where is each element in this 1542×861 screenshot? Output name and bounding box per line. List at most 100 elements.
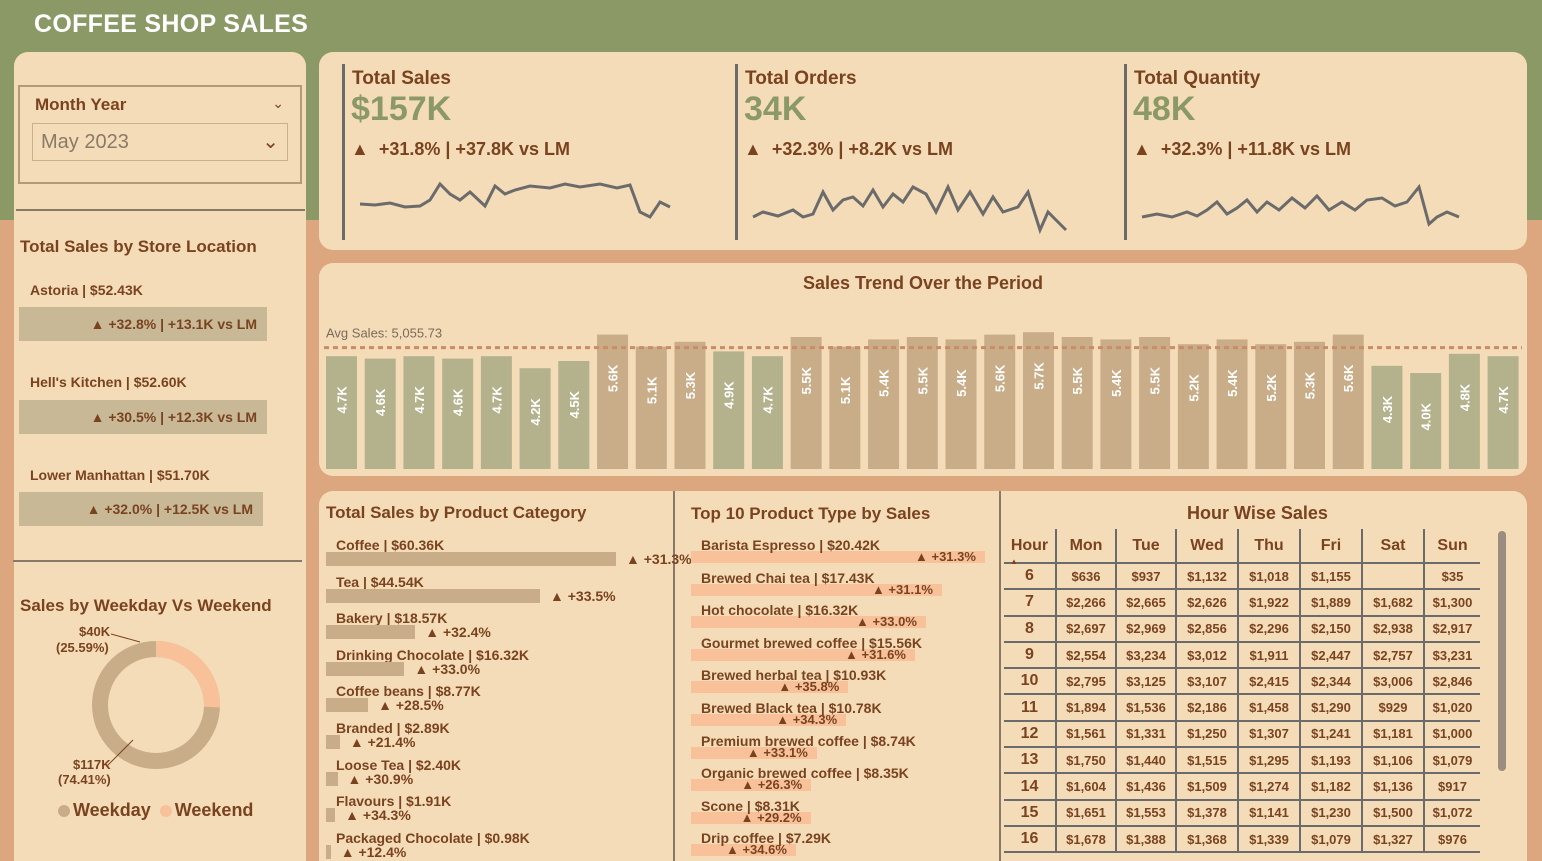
legend-weekday[interactable]: Weekday bbox=[58, 800, 151, 820]
sales-cell: $1,230 bbox=[1300, 799, 1363, 827]
category-bar[interactable] bbox=[326, 735, 340, 749]
table-row[interactable]: 8 $2,697 $2,969 $2,856 $2,296 $2,150 $2,938 $2,… bbox=[1004, 615, 1480, 643]
product-delta: ▲ +35.8% bbox=[778, 679, 839, 694]
category-bar[interactable] bbox=[326, 698, 369, 713]
category-delta: ▲ +32.4% bbox=[425, 624, 491, 640]
table-row[interactable]: 12 $1,561 $1,331 $1,250 $1,307 $1,241 $1,181 $1… bbox=[1004, 720, 1480, 749]
trend-bar[interactable] bbox=[1061, 337, 1093, 469]
sort-asc-icon[interactable]: ▲ bbox=[1010, 557, 1018, 566]
sales-cell: $1,155 bbox=[1300, 563, 1363, 591]
table-row[interactable]: 10 $2,795 $3,125 $3,107 $2,415 $2,344 $3,006 $2… bbox=[1004, 668, 1480, 696]
table-row[interactable]: 9 $2,554 $3,234 $3,012 $1,911 $2,447 $2,757 $3,… bbox=[1004, 641, 1480, 670]
product-delta: ▲ +29.2% bbox=[741, 810, 802, 825]
kpi-value: 34K bbox=[744, 90, 807, 128]
trend-bar[interactable] bbox=[597, 334, 629, 469]
category-bar[interactable] bbox=[326, 771, 338, 786]
divider bbox=[13, 560, 302, 562]
weekday-dot-icon bbox=[58, 805, 70, 818]
sales-cell: $1,079 bbox=[1300, 825, 1363, 854]
category-bar[interactable] bbox=[326, 808, 336, 823]
trend-bar[interactable] bbox=[674, 341, 706, 469]
trend-bar[interactable] bbox=[1332, 334, 1364, 469]
month-year-value: May 2023 bbox=[41, 131, 129, 153]
category-delta: ▲ +33.5% bbox=[550, 588, 616, 604]
column-header-thu[interactable]: Thu bbox=[1238, 529, 1301, 564]
column-header-mon[interactable]: Mon bbox=[1056, 529, 1117, 564]
kpi-total-orders[interactable]: Total Orders 34K ▲ +32.3% | +8.2K vs LM bbox=[735, 64, 1105, 240]
trend-bar[interactable] bbox=[635, 346, 667, 469]
category-label: Tea | $44.54K bbox=[336, 573, 424, 590]
sales-trend-chart: 4.7K 4.6K 4.7K 4.6K 4.7K 4.2K 4.5K 5.6K 5.1K 5.3K… bbox=[324, 326, 1522, 469]
kpi-total-quantity[interactable]: Total Quantity 48K ▲ +32.3% | +11.8K vs … bbox=[1124, 64, 1494, 240]
category-bar[interactable] bbox=[326, 661, 405, 676]
sales-cell: $2,856 bbox=[1176, 615, 1239, 643]
product-delta: ▲ +31.3% bbox=[915, 549, 976, 564]
category-bar[interactable] bbox=[326, 625, 416, 640]
category-delta: ▲ +30.9% bbox=[348, 771, 414, 787]
trend-bar[interactable] bbox=[945, 339, 977, 469]
sales-cell: $3,012 bbox=[1176, 641, 1239, 670]
category-bar[interactable] bbox=[326, 588, 540, 603]
sales-cell: $2,150 bbox=[1300, 615, 1363, 643]
table-row[interactable]: 7 $2,266 $2,665 $2,626 $1,922 $1,889 $1,682 $1,… bbox=[1004, 589, 1480, 617]
sales-cell: $1,682 bbox=[1362, 589, 1425, 617]
trend-bar[interactable] bbox=[906, 337, 938, 469]
month-year-slicer[interactable]: Month Year ⌄ May 2023 ⌄ bbox=[18, 85, 302, 184]
hour-section-title: Hour Wise Sales bbox=[1187, 503, 1328, 523]
chevron-down-icon[interactable]: ⌄ bbox=[262, 129, 279, 154]
category-delta-text: +33.0% bbox=[432, 660, 481, 677]
sales-cell: $1,509 bbox=[1176, 773, 1239, 801]
legend-weekend[interactable]: Weekend bbox=[159, 800, 253, 820]
store-bar-lower-manhattan[interactable]: ▲ +32.0% | +12.5K vs LM bbox=[19, 492, 263, 526]
table-row[interactable]: 15 $1,651 $1,553 $1,378 $1,141 $1,230 $1,500 $1… bbox=[1004, 799, 1480, 827]
product-delta-text: +29.2% bbox=[757, 809, 802, 825]
trend-bar[interactable] bbox=[1177, 344, 1209, 469]
trend-bar[interactable] bbox=[984, 334, 1016, 469]
category-bar[interactable] bbox=[326, 552, 616, 566]
store-bar-astoria[interactable]: ▲ +32.8% | +13.1K vs LM bbox=[19, 307, 267, 341]
trend-bar[interactable] bbox=[1255, 344, 1287, 469]
category-label: Coffee | $60.36K bbox=[336, 537, 445, 553]
trend-bar[interactable] bbox=[868, 339, 900, 469]
column-header-tue[interactable]: Tue bbox=[1116, 529, 1177, 564]
trend-bar[interactable] bbox=[1022, 332, 1054, 469]
column-header-label: Hour bbox=[1010, 536, 1049, 554]
sales-cell: $976 bbox=[1424, 825, 1480, 854]
legend-weekday-label: Weekday bbox=[73, 800, 151, 820]
sales-cell: $1,515 bbox=[1176, 747, 1239, 775]
table-row[interactable]: 6 $636 $937 $1,132 $1,018 $1,155 $35 bbox=[1004, 563, 1480, 591]
trend-bar[interactable] bbox=[790, 337, 822, 469]
sales-cell: $1,300 bbox=[1424, 589, 1480, 617]
trend-bar[interactable] bbox=[1216, 339, 1248, 469]
trend-bar[interactable] bbox=[829, 346, 861, 469]
column-header-sat[interactable]: Sat bbox=[1362, 529, 1425, 564]
trend-bar[interactable] bbox=[1139, 337, 1171, 469]
trend-bar[interactable] bbox=[1294, 341, 1325, 469]
column-header-fri[interactable]: Fri bbox=[1300, 529, 1363, 564]
trend-bar-label: 5.1K bbox=[644, 376, 659, 404]
column-header-wed[interactable]: Wed bbox=[1176, 529, 1239, 564]
trend-bar[interactable] bbox=[713, 351, 745, 469]
table-row[interactable]: 11 $1,894 $1,536 $2,186 $1,458 $1,290 $929 $1,0… bbox=[1004, 694, 1480, 722]
store-bar-hells-kitchen[interactable]: ▲ +30.5% | +12.3K vs LM bbox=[19, 400, 267, 434]
trend-bar[interactable] bbox=[1100, 339, 1132, 469]
sales-cell: $1,250 bbox=[1176, 720, 1239, 749]
column-header-sun[interactable]: Sun bbox=[1424, 529, 1480, 564]
sales-cell: $1,536 bbox=[1116, 694, 1177, 722]
sales-cell: $2,447 bbox=[1300, 641, 1363, 670]
month-year-dropdown[interactable]: May 2023 ⌄ bbox=[32, 123, 288, 161]
table-scrollbar[interactable] bbox=[1498, 531, 1506, 771]
table-row[interactable]: 13 $1,750 $1,440 $1,515 $1,295 $1,193 $1,106 $1… bbox=[1004, 747, 1480, 775]
hour-cell: 16 bbox=[1004, 825, 1057, 854]
kpi-delta: ▲ +32.3% | +8.2K vs LM bbox=[744, 139, 953, 160]
sales-cell: $2,697 bbox=[1056, 615, 1117, 643]
table-row[interactable]: 16 $1,678 $1,388 $1,368 $1,339 $1,079 $1,327 $9… bbox=[1004, 825, 1480, 854]
kpi-total-sales[interactable]: Total Sales $157K ▲ +31.8% | +37.8K vs L… bbox=[342, 64, 712, 240]
chevron-down-icon[interactable]: ⌄ bbox=[272, 95, 284, 112]
sales-cell: $1,500 bbox=[1362, 799, 1425, 827]
column-header-hour[interactable]: Hour ▲ bbox=[1004, 529, 1057, 566]
category-bar[interactable] bbox=[326, 844, 331, 859]
sales-cell: $2,344 bbox=[1300, 668, 1363, 696]
table-row[interactable]: 14 $1,604 $1,436 $1,509 $1,274 $1,182 $1,136 $9… bbox=[1004, 773, 1480, 801]
triangle-up-icon: ▲ bbox=[425, 624, 443, 641]
